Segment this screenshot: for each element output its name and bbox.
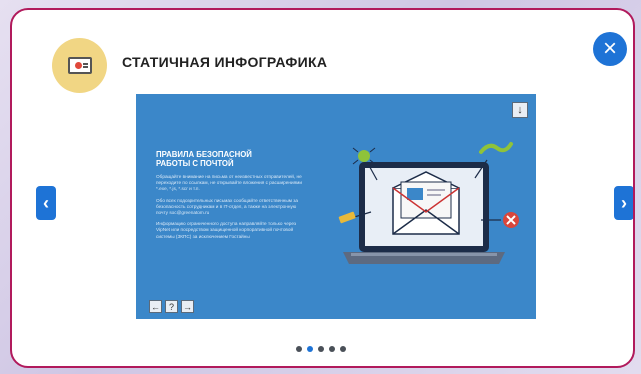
slide-paragraph: Обо всех подозрительных письмах сообщайт… xyxy=(156,197,299,216)
slide-title: ПРАВИЛА БЕЗОПАСНОЙ РАБОТЫ С ПОЧТОЙ xyxy=(156,150,252,168)
help-icon[interactable]: ? xyxy=(165,300,178,313)
presentation-screen-icon xyxy=(52,38,107,93)
pagination-dot[interactable] xyxy=(318,346,324,352)
pagination-dots xyxy=(296,346,346,352)
pagination-dot[interactable] xyxy=(296,346,302,352)
pagination-dot[interactable] xyxy=(329,346,335,352)
slide-controls: ← ? → xyxy=(149,300,194,313)
laptop-email-illustration xyxy=(338,142,519,264)
arrow-left-icon[interactable]: ← xyxy=(149,300,162,313)
slide-text: Обращайте внимание на письма от неизвест… xyxy=(156,174,306,245)
pagination-dot[interactable] xyxy=(340,346,346,352)
pagination-dot-active[interactable] xyxy=(307,346,313,352)
next-slide-button[interactable]: › xyxy=(614,186,633,220)
slide-paragraph: Информацию ограниченного доступа направл… xyxy=(156,221,297,239)
arrow-right-icon[interactable]: → xyxy=(181,300,194,313)
slide-paragraph: Обращайте внимание на письма от неизвест… xyxy=(156,174,302,192)
modal-title: СТАТИЧНАЯ ИНФОГРАФИКА xyxy=(122,54,328,70)
download-icon[interactable]: ↓ xyxy=(512,102,528,118)
slide-image: ↓ ПРАВИЛА БЕЗОПАСНОЙ РАБОТЫ С ПОЧТОЙ Обр… xyxy=(136,94,536,319)
prev-slide-button[interactable]: ‹ xyxy=(36,186,56,220)
close-button[interactable]: × xyxy=(593,32,627,66)
infographic-modal: СТАТИЧНАЯ ИНФОГРАФИКА × ‹ › ↓ ПРАВИЛА БЕ… xyxy=(10,8,635,368)
